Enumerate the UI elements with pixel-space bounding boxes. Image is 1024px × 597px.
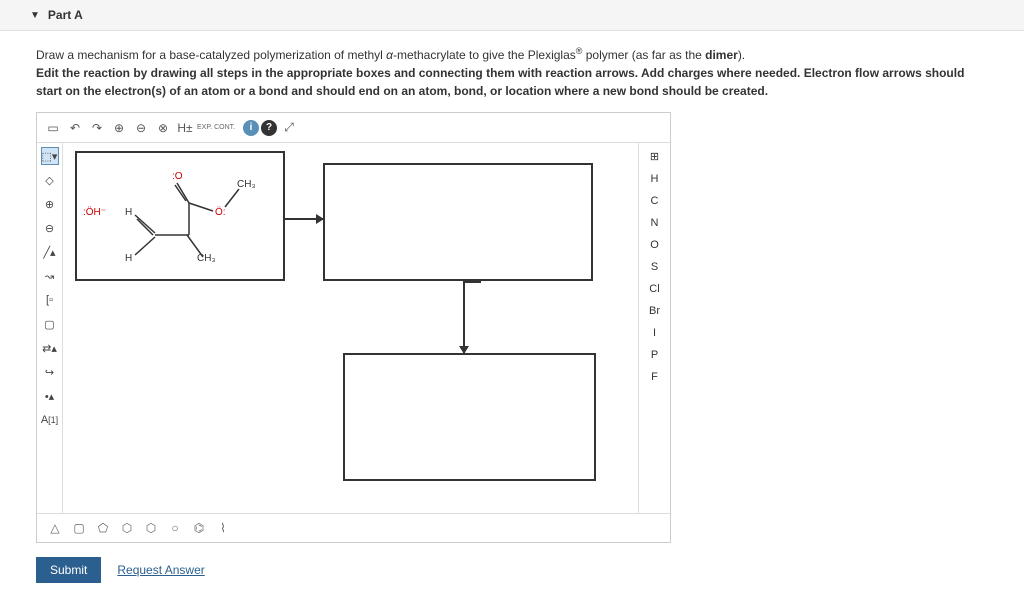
cont-button[interactable]: CONT. — [214, 124, 235, 131]
atom-oh[interactable]: :ÖH⁻ — [83, 207, 106, 218]
pentagon-template-icon[interactable]: ⬠ — [95, 520, 111, 536]
left-toolbar: ⬚▾ ◇ ⊕ ⊖ ╱▴ ↝ [▫ ▢ ⇄▴ ↪ •▴ A[1] — [37, 143, 63, 513]
undo-icon[interactable]: ↶ — [65, 118, 85, 138]
element-i[interactable]: I — [643, 324, 667, 342]
charge-plus-icon[interactable]: ⊕ — [41, 195, 59, 213]
element-c[interactable]: C — [643, 192, 667, 210]
template-bar: △ ▢ ⬠ ⬡ ⬡ ○ ⌬ ⌇ — [37, 513, 670, 542]
lone-pair-icon[interactable]: •▴ — [41, 387, 59, 405]
marquee-tool-icon[interactable]: ⬚▾ — [41, 147, 59, 165]
top-toolbar: ▭ ↶ ↷ ⊕ ⊖ ⊗ H± EXP. CONT. i ? ⤢ — [37, 113, 670, 143]
periodic-table-icon[interactable]: ⊞ — [643, 147, 667, 166]
ring-template-icon[interactable]: ○ — [167, 520, 183, 536]
atom-h1[interactable]: H — [125, 207, 132, 218]
element-palette: ⊞ H C N O S Cl Br I P F — [638, 143, 670, 513]
reaction-box-1[interactable]: :ÖH⁻ H H :O Ö: CH₃ — [75, 151, 285, 281]
part-label: Part A — [48, 8, 83, 22]
reaction-arrow-2[interactable] — [463, 281, 465, 353]
redo-icon[interactable]: ↷ — [87, 118, 107, 138]
atom-label-tool[interactable]: A[1] — [41, 411, 59, 429]
bracket-icon[interactable]: [▫ — [41, 291, 59, 309]
atom-o1[interactable]: :O — [172, 171, 183, 182]
element-br[interactable]: Br — [643, 302, 667, 320]
atom-ch3-1[interactable]: CH₃ — [237, 179, 256, 190]
curved-arrow-icon[interactable]: ↝ — [41, 267, 59, 285]
element-cl[interactable]: Cl — [643, 280, 667, 298]
reaction-arrow-1[interactable] — [285, 218, 323, 220]
atom-o2[interactable]: Ö: — [215, 207, 226, 218]
help-icon[interactable]: ? — [261, 120, 277, 136]
request-answer-link[interactable]: Request Answer — [117, 563, 204, 577]
exp-button[interactable]: EXP. — [197, 124, 212, 131]
info-icon[interactable]: i — [243, 120, 259, 136]
zoom-fit-icon[interactable]: ⊗ — [153, 118, 173, 138]
drawing-canvas[interactable]: :ÖH⁻ H H :O Ö: CH₃ — [63, 143, 638, 513]
zoom-out-icon[interactable]: ⊖ — [131, 118, 151, 138]
element-o[interactable]: O — [643, 236, 667, 254]
reaction-arrow-icon[interactable]: ⇄▴ — [41, 339, 59, 357]
element-s[interactable]: S — [643, 258, 667, 276]
hexagon-template-icon[interactable]: ⬡ — [119, 520, 135, 536]
charge-minus-icon[interactable]: ⊖ — [41, 219, 59, 237]
triangle-template-icon[interactable]: △ — [47, 520, 63, 536]
hydrogen-toggle[interactable]: H± — [175, 118, 195, 138]
box-icon[interactable]: ▢ — [41, 315, 59, 333]
collapse-icon[interactable]: ▼ — [30, 10, 40, 21]
fullscreen-icon[interactable]: ⤢ — [279, 118, 299, 138]
drawing-editor: ▭ ↶ ↷ ⊕ ⊖ ⊗ H± EXP. CONT. i ? ⤢ ⬚▾ ◇ ⊕ ⊖… — [36, 112, 671, 543]
hexagon2-template-icon[interactable]: ⬡ — [143, 520, 159, 536]
reaction-box-2[interactable] — [323, 163, 593, 281]
eraser-tool-icon[interactable]: ◇ — [41, 171, 59, 189]
new-icon[interactable]: ▭ — [43, 118, 63, 138]
chair-template-icon[interactable]: ⌇ — [215, 520, 231, 536]
element-f[interactable]: F — [643, 368, 667, 386]
single-bond-icon[interactable]: ╱▴ — [41, 243, 59, 261]
instructions-text: Draw a mechanism for a base-catalyzed po… — [36, 45, 988, 100]
element-p[interactable]: P — [643, 346, 667, 364]
element-h[interactable]: H — [643, 170, 667, 188]
atom-ch3-2[interactable]: CH₃ — [197, 253, 216, 264]
element-n[interactable]: N — [643, 214, 667, 232]
reaction-box-3[interactable] — [343, 353, 596, 481]
submit-button[interactable]: Submit — [36, 557, 101, 583]
mechanism-arrow-icon[interactable]: ↪ — [41, 363, 59, 381]
zoom-in-icon[interactable]: ⊕ — [109, 118, 129, 138]
benzene-template-icon[interactable]: ⌬ — [191, 520, 207, 536]
square-template-icon[interactable]: ▢ — [71, 520, 87, 536]
atom-h2[interactable]: H — [125, 253, 132, 264]
